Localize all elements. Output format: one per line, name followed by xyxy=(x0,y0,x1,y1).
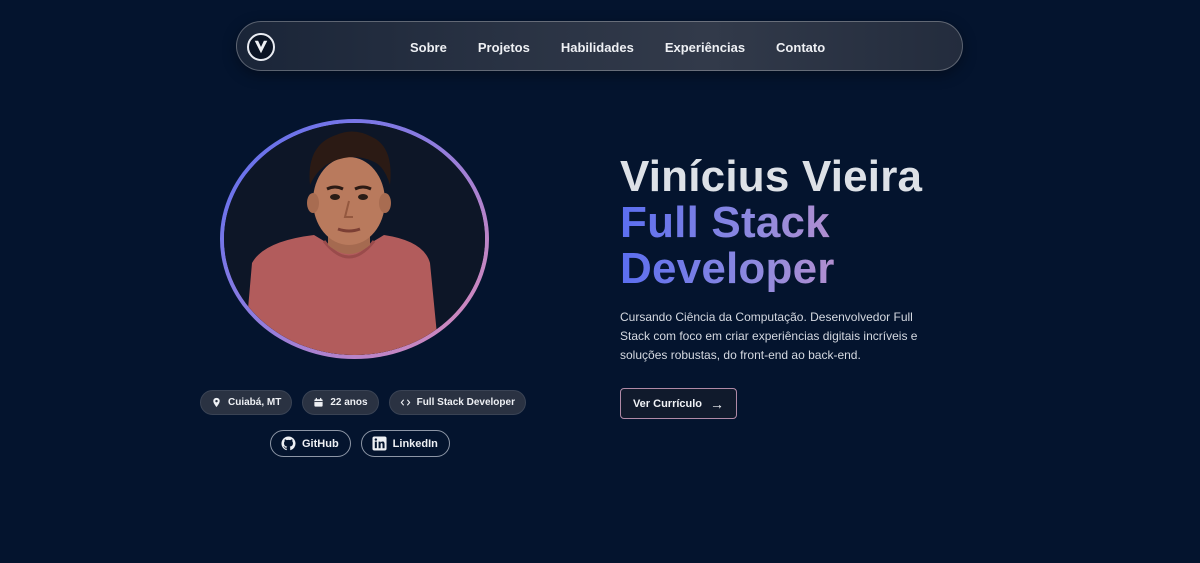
hero-name: Vinícius Vieira xyxy=(620,152,923,201)
code-icon xyxy=(400,397,411,408)
linkedin-icon xyxy=(372,436,387,451)
nav-link-sobre[interactable]: Sobre xyxy=(410,40,447,55)
age-chip: 22 anos xyxy=(302,390,379,415)
avatar-ring xyxy=(220,119,489,359)
hero-role-line2: Developer xyxy=(620,246,922,292)
github-label: GitHub xyxy=(302,437,339,450)
age-label: 22 anos xyxy=(330,397,368,408)
linkedin-button[interactable]: LinkedIn xyxy=(360,430,450,457)
map-pin-icon xyxy=(211,397,222,408)
avatar-portrait xyxy=(224,123,485,355)
logo[interactable] xyxy=(247,33,275,61)
social-links: GitHub LinkedIn xyxy=(270,430,450,457)
hero-description: Cursando Ciência da Computação. Desenvol… xyxy=(620,310,918,362)
nav-link-experiencias[interactable]: Experiências xyxy=(665,40,745,55)
github-icon xyxy=(281,436,296,451)
arrow-right-icon: → xyxy=(710,395,725,412)
role-chip: Full Stack Developer xyxy=(388,390,526,415)
view-resume-label: Ver Currículo xyxy=(632,397,703,410)
hero-title: Vinícius Vieira Full Stack Developer xyxy=(620,154,922,292)
logo-v-icon xyxy=(254,40,268,54)
location-label: Cuiabá, MT xyxy=(228,397,282,408)
location-chip: Cuiabá, MT xyxy=(200,390,293,415)
nav-link-habilidades[interactable]: Habilidades xyxy=(561,40,634,55)
avatar xyxy=(224,123,485,355)
calendar-icon xyxy=(313,397,324,408)
nav-link-projetos[interactable]: Projetos xyxy=(478,40,530,55)
github-button[interactable]: GitHub xyxy=(270,430,351,457)
view-resume-button[interactable]: Ver Currículo → xyxy=(620,388,737,419)
hero-role-line1: Full Stack xyxy=(620,200,922,246)
profile-chips: Cuiabá, MT 22 anos Full Stack Developer xyxy=(200,390,526,415)
role-label: Full Stack Developer xyxy=(416,397,515,408)
navbar: Sobre Projetos Habilidades Experiências … xyxy=(236,21,963,71)
linkedin-label: LinkedIn xyxy=(392,437,438,450)
nav-links: Sobre Projetos Habilidades Experiências … xyxy=(410,22,825,72)
nav-link-contato[interactable]: Contato xyxy=(776,40,825,55)
